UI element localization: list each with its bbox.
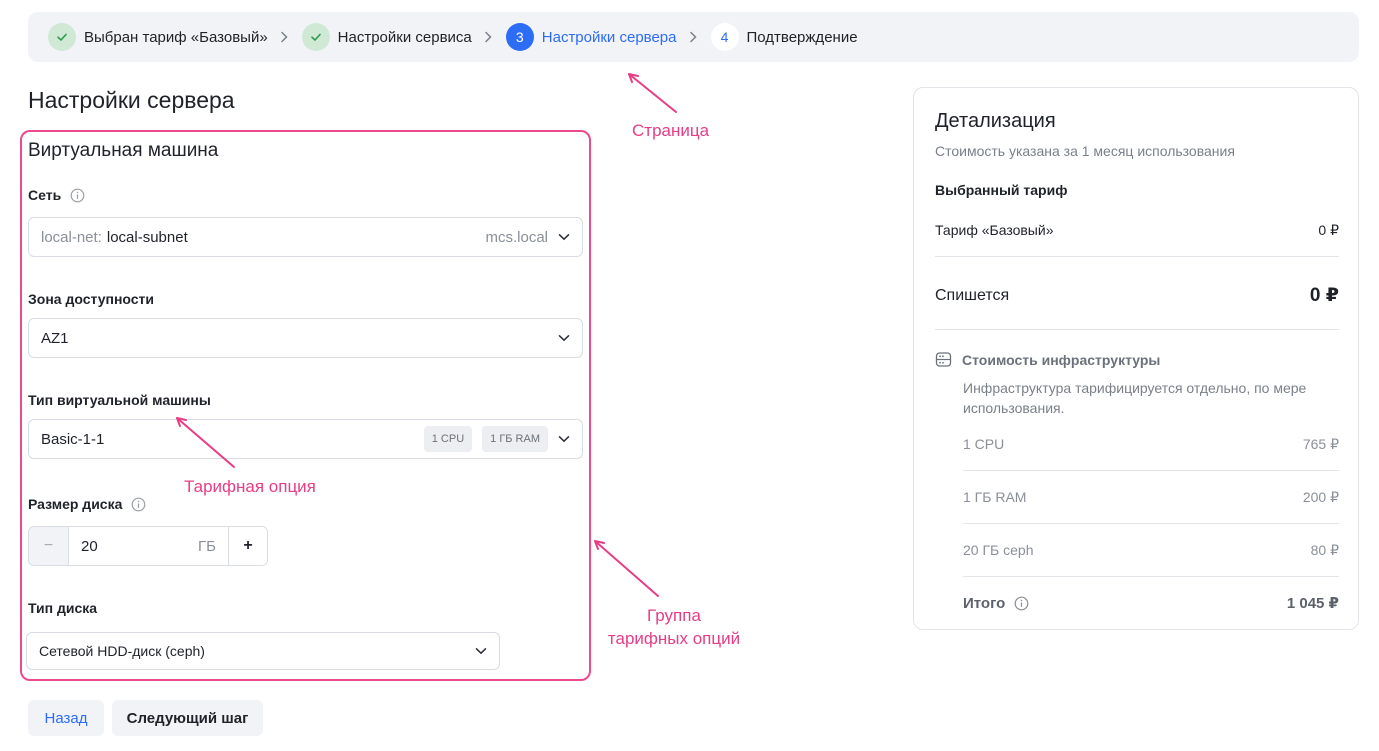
divider xyxy=(963,470,1339,471)
infra-row-price: 200 ₽ xyxy=(1302,489,1339,505)
infra-row: 1 CPU 765 ₽ xyxy=(963,436,1339,453)
infra-row-price: 765 ₽ xyxy=(1302,436,1339,452)
infra-heading: Стоимость инфраструктуры xyxy=(935,351,1160,368)
divider xyxy=(963,576,1339,577)
annotation-page: Страница xyxy=(632,121,710,140)
infra-row-label: 1 CPU xyxy=(963,436,1005,452)
divider xyxy=(935,256,1339,257)
infra-row-price: 80 ₽ xyxy=(1310,542,1339,558)
infra-description: Инфраструктура тарифицируется отдельно, … xyxy=(963,380,1307,416)
details-panel: Детализация Стоимость указана за 1 месяц… xyxy=(913,87,1359,630)
annotation-tariff-option: Тарифная опция xyxy=(184,477,316,496)
tariff-label: Тариф «Базовый» xyxy=(935,222,1054,238)
charge-label: Спишется xyxy=(935,286,1010,304)
divider xyxy=(963,523,1339,524)
total-value: 1 045 ₽ xyxy=(1286,595,1339,612)
infra-row-label: 1 ГБ RAM xyxy=(963,489,1027,505)
total-label-wrap: Итого xyxy=(963,594,1029,612)
charge-row: Спишется 0 ₽ xyxy=(935,284,1339,307)
infra-heading-text: Стоимость инфраструктуры xyxy=(962,351,1161,368)
tariff-row: Тариф «Базовый» 0 ₽ xyxy=(935,222,1339,239)
annotation-group-line2: тарифных опций xyxy=(607,629,741,648)
infra-row: 20 ГБ ceph 80 ₽ xyxy=(963,542,1339,559)
info-icon[interactable] xyxy=(1014,596,1029,611)
divider xyxy=(935,329,1339,330)
tariff-price: 0 ₽ xyxy=(1318,222,1339,238)
selected-tariff-heading: Выбранный тариф xyxy=(935,182,1068,198)
infra-row-label: 20 ГБ ceph xyxy=(963,542,1034,558)
details-title: Детализация xyxy=(935,110,1056,132)
annotation-group: Группа тарифных опций xyxy=(603,604,745,650)
infra-row: 1 ГБ RAM 200 ₽ xyxy=(963,489,1339,506)
total-label: Итого xyxy=(963,594,1006,612)
annotation-group-line1: Группа xyxy=(647,606,701,625)
server-icon xyxy=(935,351,952,368)
charge-value: 0 ₽ xyxy=(1309,285,1339,306)
details-subtitle: Стоимость указана за 1 месяц использован… xyxy=(935,143,1235,159)
total-row: Итого 1 045 ₽ xyxy=(963,594,1339,613)
